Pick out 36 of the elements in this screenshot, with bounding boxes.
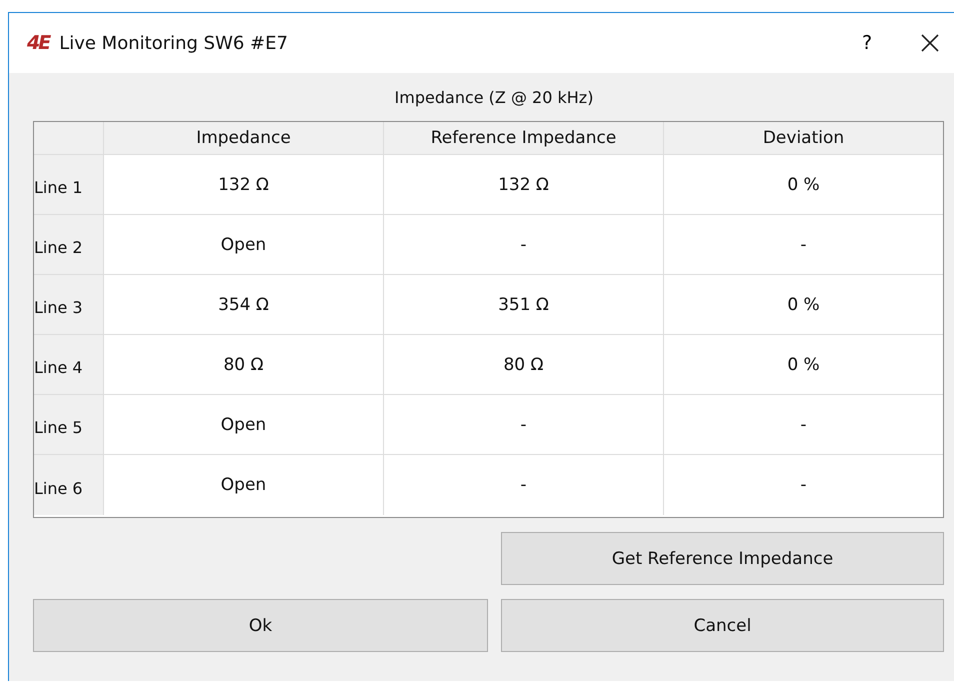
- table-cell: Open: [104, 455, 384, 515]
- table-cell: 354 Ω: [104, 275, 384, 335]
- table-cell: 0 %: [664, 335, 943, 395]
- row-header: Line 2: [34, 215, 104, 275]
- column-header: Impedance: [104, 122, 384, 155]
- table-cell: -: [384, 215, 664, 275]
- table-cell: -: [664, 395, 943, 455]
- row-header: Line 5: [34, 395, 104, 455]
- app-logo: 4E: [27, 32, 50, 54]
- table-cell: 80 Ω: [104, 335, 384, 395]
- window-title: Live Monitoring SW6 #E7: [59, 32, 289, 54]
- table-cell: 0 %: [664, 155, 943, 215]
- close-icon: [920, 33, 940, 53]
- column-header: Deviation: [664, 122, 943, 155]
- row-header: Line 3: [34, 275, 104, 335]
- header-corner: [34, 122, 104, 155]
- row-header: Line 1: [34, 155, 104, 215]
- table-cell: Open: [104, 215, 384, 275]
- get-reference-button[interactable]: Get Reference Impedance: [501, 532, 944, 585]
- table-caption: Impedance (Z @ 20 kHz): [394, 87, 594, 109]
- table-cell: -: [384, 455, 664, 515]
- table-cell: -: [384, 395, 664, 455]
- table-cell: 132 Ω: [384, 155, 664, 215]
- table-cell: 0 %: [664, 275, 943, 335]
- table-cell-text: -: [799, 474, 808, 497]
- help-button[interactable]: ?: [852, 32, 882, 54]
- ok-button[interactable]: Ok: [33, 599, 488, 652]
- cancel-button[interactable]: Cancel: [501, 599, 944, 652]
- table-cell: -: [664, 215, 943, 275]
- row-header: Line 6: [34, 455, 104, 515]
- table-cell: 132 Ω: [104, 155, 384, 215]
- table-cell: Open: [104, 395, 384, 455]
- row-header: Line 4: [34, 335, 104, 395]
- column-header: Reference Impedance: [384, 122, 664, 155]
- table-cell: 80 Ω: [384, 335, 664, 395]
- table-cell: 351 Ω: [384, 275, 664, 335]
